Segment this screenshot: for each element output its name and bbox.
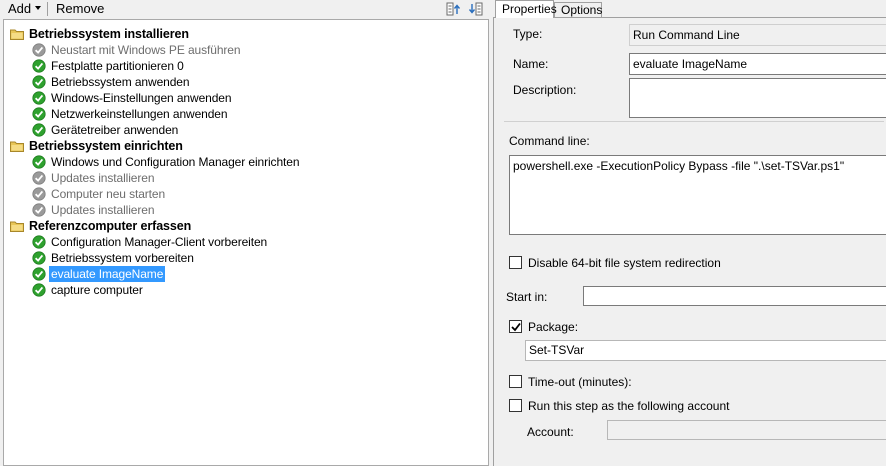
type-value: Run Command Line bbox=[629, 24, 886, 46]
task-sequence-tree[interactable]: Betriebssystem installieren Neustart mit … bbox=[3, 19, 489, 466]
green-check-icon bbox=[32, 123, 46, 137]
type-value-text: Run Command Line bbox=[633, 28, 740, 42]
tree-node-label: Gerätetreiber anwenden bbox=[51, 123, 179, 137]
green-check-icon bbox=[32, 155, 46, 169]
disabled-step-icon bbox=[32, 203, 46, 217]
command-line-text: powershell.exe -ExecutionPolicy Bypass -… bbox=[513, 159, 845, 173]
green-check-icon bbox=[32, 251, 46, 265]
step-editor-panel: Properties Options Type: Run Command Lin… bbox=[493, 0, 886, 466]
timeout-checkbox[interactable] bbox=[509, 375, 522, 388]
green-check-icon bbox=[32, 107, 46, 121]
tree-node-label: evaluate ImageName bbox=[49, 266, 166, 282]
tree-node-label: Updates installieren bbox=[51, 171, 155, 185]
package-field-text: Set-TSVar bbox=[529, 343, 585, 357]
checkmark-icon bbox=[511, 322, 521, 332]
package-field[interactable]: Set-TSVar bbox=[525, 340, 886, 361]
remove-button[interactable]: Remove bbox=[56, 1, 104, 17]
tree-node-label: Computer neu starten bbox=[51, 187, 166, 201]
folder-icon bbox=[10, 219, 24, 233]
add-dropdown-arrow-icon[interactable] bbox=[35, 6, 41, 10]
run-as-label: Run this step as the following account bbox=[528, 399, 730, 413]
tab-options[interactable]: Options bbox=[554, 2, 602, 17]
tree-node-label: Neustart mit Windows PE ausführen bbox=[51, 43, 241, 57]
tree-node-label: Updates installieren bbox=[51, 203, 155, 217]
name-field[interactable]: evaluate ImageName bbox=[629, 53, 886, 75]
timeout-label: Time-out (minutes): bbox=[528, 375, 632, 389]
disabled-step-icon bbox=[32, 171, 46, 185]
green-check-icon bbox=[32, 267, 46, 281]
type-label: Type: bbox=[513, 27, 543, 41]
disabled-step-icon bbox=[32, 43, 46, 57]
green-check-icon bbox=[32, 283, 46, 297]
run-as-checkbox[interactable] bbox=[509, 399, 522, 412]
green-check-icon bbox=[32, 59, 46, 73]
tree-node-label: capture computer bbox=[51, 283, 143, 297]
tree-node-label: Betriebssystem anwenden bbox=[51, 75, 190, 89]
disable-redirection-label: Disable 64-bit file system redirection bbox=[528, 256, 721, 270]
name-field-text: evaluate ImageName bbox=[633, 57, 748, 71]
tree-node-label: Festplatte partitionieren 0 bbox=[51, 59, 184, 73]
green-check-icon bbox=[32, 91, 46, 105]
disabled-step-icon bbox=[32, 187, 46, 201]
tree-node-label: Netzwerkeinstellungen anwenden bbox=[51, 107, 228, 121]
tab-properties[interactable]: Properties bbox=[495, 0, 557, 18]
move-up-icon[interactable] bbox=[446, 2, 461, 16]
properties-page: Type: Run Command Line Name: evaluate Im… bbox=[493, 17, 886, 466]
tree-node-label: Betriebssystem einrichten bbox=[29, 139, 183, 153]
tree-node-label: Configuration Manager-Client vorbereiten bbox=[51, 235, 268, 249]
account-field bbox=[607, 420, 886, 440]
folder-icon bbox=[10, 139, 24, 153]
disable-redirection-checkbox[interactable] bbox=[509, 256, 522, 269]
tree-node-label: Windows-Einstellungen anwenden bbox=[51, 91, 232, 105]
tree-node-label: Referenzcomputer erfassen bbox=[29, 219, 192, 233]
start-in-label: Start in: bbox=[506, 290, 548, 304]
move-down-icon[interactable] bbox=[468, 2, 483, 16]
tree-node-label: Windows und Configuration Manager einric… bbox=[51, 155, 300, 169]
command-line-field[interactable]: powershell.exe -ExecutionPolicy Bypass -… bbox=[509, 155, 886, 235]
tree-node-label: Betriebssystem vorbereiten bbox=[51, 251, 194, 265]
start-in-field[interactable] bbox=[583, 286, 886, 306]
toolbar-separator bbox=[47, 2, 48, 16]
tree-node-label: Betriebssystem installieren bbox=[29, 27, 189, 41]
green-check-icon bbox=[32, 235, 46, 249]
name-label: Name: bbox=[513, 57, 549, 71]
task-sequence-panel: Add Remove Betriebssystem installieren Ne… bbox=[0, 0, 489, 466]
description-label: Description: bbox=[513, 83, 577, 97]
description-field[interactable] bbox=[629, 78, 886, 118]
folder-icon bbox=[10, 27, 24, 41]
command-line-label: Command line: bbox=[509, 134, 590, 148]
package-checkbox[interactable] bbox=[509, 320, 522, 333]
green-check-icon bbox=[32, 75, 46, 89]
section-divider bbox=[504, 121, 884, 122]
account-label: Account: bbox=[527, 425, 574, 439]
toolbar: Add Remove bbox=[0, 0, 489, 19]
package-label: Package: bbox=[528, 320, 579, 334]
tab-bar: Properties Options bbox=[493, 0, 886, 18]
add-button[interactable]: Add bbox=[8, 1, 31, 17]
